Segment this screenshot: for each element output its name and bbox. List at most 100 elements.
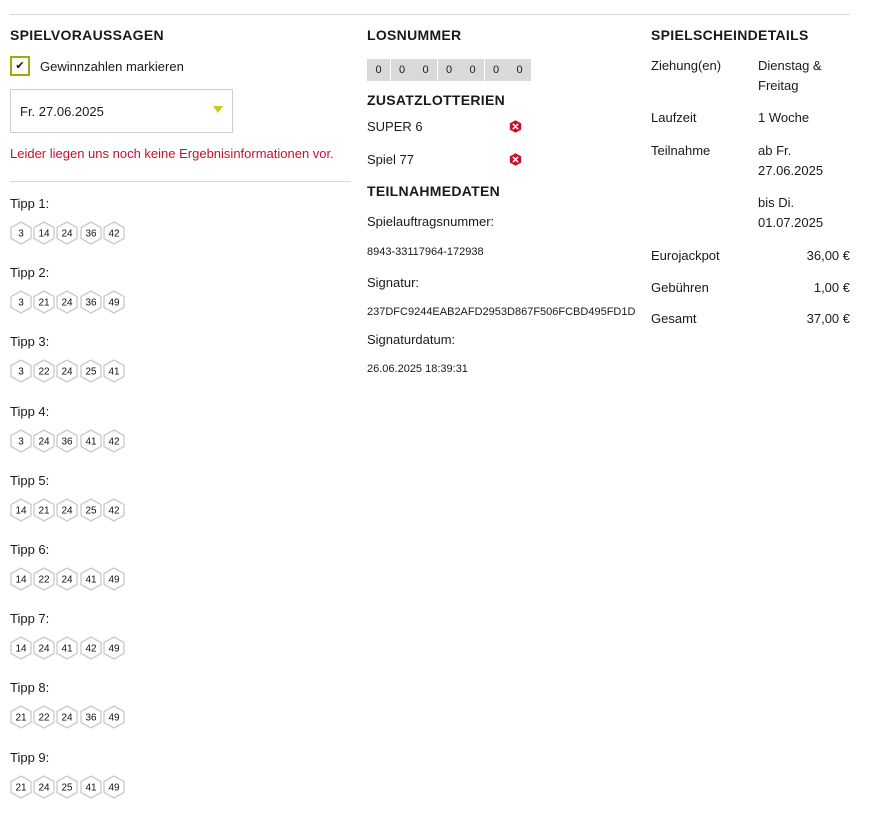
mark-winning-numbers-row[interactable]: ✔ Gewinnzahlen markieren (10, 56, 352, 76)
losnummer-digit: 0 (367, 59, 390, 81)
tipp-numbers: 14 24 41 42 49 (10, 636, 352, 660)
tipp-row: Tipp 8: 21 22 24 36 49 (10, 680, 352, 749)
tipp-number: 24 (62, 298, 74, 309)
number-hexagon: 49 (103, 567, 125, 591)
teilnahmedaten-title: TEILNAHMEDATEN (367, 183, 501, 199)
number-hexagon: 21 (33, 498, 55, 522)
tipp-number: 14 (15, 574, 27, 585)
tipp-number: 25 (85, 505, 97, 516)
laufzeit-row: Laufzeit 1 Woche (651, 108, 851, 128)
zusatzlotterie-row: SUPER 6 (367, 110, 642, 143)
tipp-number: 3 (18, 436, 24, 447)
tipp-number: 3 (18, 229, 24, 240)
losnummer-digit: 0 (390, 59, 414, 81)
tipp-label: Tipp 9: (10, 749, 50, 765)
number-hexagon: 25 (56, 774, 79, 799)
ticket-details-column: SPIELSCHEINDETAILS Ziehung(en) Dienstag … (651, 26, 851, 329)
number-hexagon: 24 (56, 290, 79, 314)
signatur-label: Signatur: (367, 275, 420, 290)
number-hexagon: 41 (56, 636, 79, 660)
auftrag-label: Spielauftragsnummer: (367, 214, 495, 229)
tipp-numbers: 14 21 24 25 42 (10, 498, 352, 522)
tipp-number: 42 (108, 229, 120, 240)
number-hexagon: 41 (103, 359, 125, 384)
signatur-value: 237DFC9244EAB2AFD2953D867F506FCBD495FD1D (367, 306, 636, 318)
zusatzlotterien-list: SUPER 6 Spiel 77 (367, 110, 642, 176)
number-hexagon: 41 (79, 567, 102, 591)
tipp-number: 41 (62, 644, 74, 655)
mark-winning-numbers-checkbox[interactable]: ✔ (10, 56, 30, 76)
tipp-number: 22 (39, 713, 51, 724)
number-hexagon: 22 (33, 359, 55, 384)
number-hexagon: 22 (33, 705, 55, 730)
number-hexagon: 41 (79, 774, 102, 799)
tipp-number: 24 (39, 436, 51, 447)
signaturdatum-label: Signaturdatum: (367, 332, 456, 347)
number-hexagon: 36 (79, 221, 102, 245)
tipp-number: 24 (39, 782, 51, 793)
number-hexagon: 24 (33, 774, 55, 799)
eurojackpot-label: Eurojackpot (651, 248, 720, 263)
mark-winning-numbers-label[interactable]: Gewinnzahlen markieren (40, 59, 184, 74)
number-hexagon: 49 (103, 290, 125, 314)
predictions-column: SPIELVORAUSSAGEN ✔ Gewinnzahlen markiere… (10, 26, 352, 819)
number-hexagon: 14 (10, 498, 32, 522)
tipp-number: 41 (108, 367, 120, 378)
number-hexagon: 24 (56, 498, 79, 522)
tipp-number: 21 (15, 782, 27, 793)
tipp-numbers: 21 24 25 41 49 (10, 774, 352, 799)
tipp-number: 14 (15, 644, 27, 655)
teilnahme-row: Teilnahme ab Fr. 27.06.2025 (651, 141, 851, 181)
number-hexagon: 24 (56, 705, 79, 730)
gesamt-label: Gesamt (651, 311, 697, 326)
tipp-number: 22 (39, 574, 51, 585)
ziehung-row: Ziehung(en) Dienstag & Freitag (651, 56, 851, 96)
number-hexagon: 24 (33, 636, 55, 660)
tipp-row: Tipp 3: 3 22 24 25 41 (10, 334, 352, 403)
x-hexagon-icon (509, 120, 522, 133)
tipp-numbers: 3 14 24 36 42 (10, 221, 352, 245)
losnummer-title: LOSNUMMER (367, 27, 462, 43)
tipp-numbers: 14 22 24 41 49 (10, 567, 352, 591)
number-hexagon: 49 (103, 705, 125, 730)
tipp-number: 3 (18, 298, 24, 309)
checkmark-icon: ✔ (15, 59, 25, 72)
tipp-numbers: 21 22 24 36 49 (10, 705, 352, 730)
tipp-number: 42 (108, 505, 120, 516)
tipp-number: 25 (85, 367, 97, 378)
number-hexagon: 25 (79, 498, 102, 522)
tipp-number: 24 (62, 713, 74, 724)
number-hexagon: 3 (10, 221, 32, 245)
losnummer-digit: 0 (484, 59, 508, 81)
tipp-numbers: 3 24 36 41 42 (10, 428, 352, 453)
number-hexagon: 14 (10, 636, 32, 660)
number-hexagon: 42 (103, 221, 125, 245)
tipp-number: 21 (39, 298, 51, 309)
tipp-number: 41 (85, 574, 97, 585)
tipp-number: 21 (15, 713, 27, 724)
details-title: SPIELSCHEINDETAILS (651, 27, 809, 43)
tipp-row: Tipp 6: 14 22 24 41 49 (10, 542, 352, 611)
tipp-label: Tipp 3: (10, 334, 50, 350)
number-hexagon: 42 (79, 636, 102, 660)
teilnahme-label: Teilnahme (651, 143, 711, 158)
tipp-number: 41 (85, 782, 97, 793)
tipp-label: Tipp 8: (10, 680, 50, 696)
tipp-number: 36 (85, 229, 97, 240)
tipp-row: Tipp 7: 14 24 41 42 49 (10, 611, 352, 680)
number-hexagon: 36 (56, 428, 79, 453)
losnummer-digit: 0 (508, 59, 531, 81)
draw-date-select[interactable]: Fr. 27.06.2025 (10, 89, 233, 133)
tipp-number: 42 (85, 644, 97, 655)
draw-date-value: Fr. 27.06.2025 (20, 103, 104, 119)
gesamt-row: Gesamt 37,00 € (651, 309, 850, 329)
laufzeit-value: 1 Woche (758, 110, 810, 125)
zusatzlotterie-row: Spiel 77 (367, 143, 642, 176)
number-hexagon: 24 (56, 359, 79, 384)
number-hexagon: 24 (56, 221, 79, 245)
number-hexagon: 49 (103, 774, 125, 799)
number-hexagon: 24 (33, 428, 55, 453)
number-hexagon: 3 (10, 428, 32, 453)
number-hexagon: 3 (10, 359, 32, 384)
tipp-label: Tipp 7: (10, 611, 50, 627)
